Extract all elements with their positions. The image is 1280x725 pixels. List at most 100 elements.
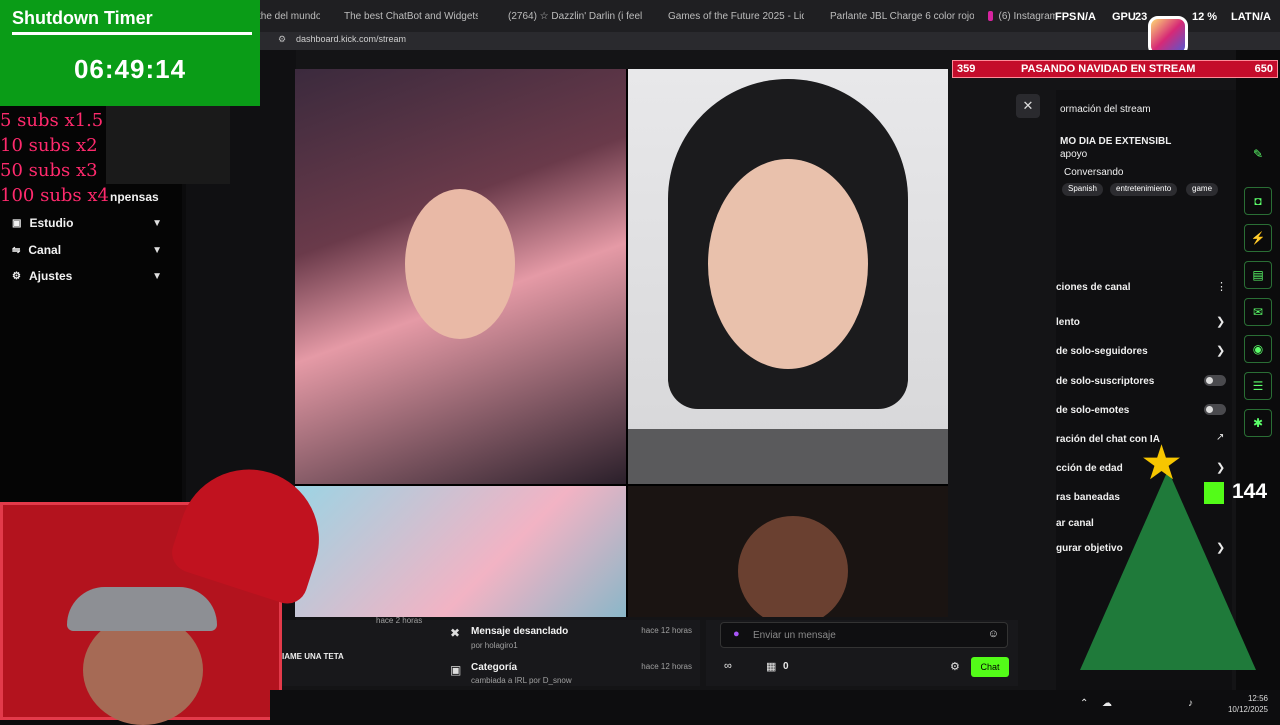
guest-face <box>708 159 868 369</box>
instagram-icon <box>988 11 993 21</box>
guest-face <box>738 516 848 617</box>
channel-actions-header: ciones de canal <box>1056 282 1131 293</box>
webcam-cap <box>67 587 217 631</box>
nav-item-canal[interactable]: ⇋ Canal ▼ <box>12 243 162 257</box>
gift-icon: ▦ <box>766 661 777 673</box>
preview-icon[interactable]: ◘ <box>1244 187 1272 215</box>
nav-item-ajustes[interactable]: ⚙ Ajustes ▼ <box>12 269 162 283</box>
gear-icon: ⚙ <box>12 270 21 282</box>
tab-label: (6) Instagram <box>998 10 1058 22</box>
pinned-message-card: hace 2 horas IAME UNA TETA <box>270 616 440 686</box>
clock-time: 12:56 <box>1247 694 1268 703</box>
chevron-right-icon: ❯ <box>1216 316 1226 328</box>
gpu-value: 23 <box>1135 11 1148 23</box>
chevron-down-icon: ▼ <box>152 217 162 229</box>
tab-item[interactable]: The best ChatBot and Widgets for Ki <box>338 6 478 26</box>
chat-send-button[interactable]: Chat <box>971 657 1009 677</box>
gpu-label: GPU <box>1112 11 1136 23</box>
activity-time: hace 12 horas <box>641 626 692 635</box>
guest-video-tile[interactable] <box>628 69 948 484</box>
tab-item[interactable]: the del mundo <box>258 6 320 26</box>
nav-label: Canal <box>28 243 62 257</box>
tab-item[interactable]: Parlante JBL Charge 6 color rojo | Cu <box>824 6 974 26</box>
chevron-down-icon: ▼ <box>152 270 162 282</box>
latency-value: N/A <box>1252 11 1271 23</box>
action-subscribers-only: de solo-suscriptores <box>1056 376 1155 387</box>
stream-category: Conversando <box>1064 167 1124 178</box>
nav-item-partial[interactable]: npensas <box>110 190 170 204</box>
broadcast-icon[interactable]: ◉ <box>1244 335 1272 363</box>
action-emotes-only: de solo-emotes <box>1056 405 1130 416</box>
points-value: 0 <box>783 661 789 672</box>
subscribers-only-toggle[interactable] <box>1204 375 1226 386</box>
nav-label: Estudio <box>29 216 74 230</box>
guest-video-tile[interactable] <box>295 486 626 617</box>
more-options-icon[interactable]: ⋮ <box>1216 280 1227 293</box>
system-clock: 12:56 10/12/2025 <box>1228 693 1268 715</box>
latency-label: LAT <box>1231 11 1252 23</box>
webcam-face <box>83 615 203 725</box>
category-icon: ▣ <box>450 663 462 677</box>
points-icon: ∞ <box>724 660 732 672</box>
volume-icon[interactable]: ♪ <box>1188 698 1193 709</box>
action-slow-mode[interactable]: lento <box>1056 317 1080 328</box>
chat-bubble-icon[interactable]: ✉ <box>1244 298 1272 326</box>
chat-input[interactable]: ● Enviar un mensaje ☺ <box>720 622 1008 648</box>
guest-video-grid <box>295 69 948 617</box>
list-icon[interactable]: ☰ <box>1244 372 1272 400</box>
mini-preview <box>106 106 230 184</box>
os-taskbar: ⌃ ☁ ♪ 12:56 10/12/2025 <box>270 690 1280 720</box>
tab-item[interactable]: (6) Instagram <box>988 6 1058 26</box>
cloud-icon[interactable]: ☁ <box>1102 698 1112 709</box>
tab-item[interactable]: Games of the Future 2025 - Liquipe <box>662 6 804 26</box>
wrench-icon[interactable]: ✱ <box>1244 409 1272 437</box>
pencil-icon[interactable]: ✎ <box>1244 140 1272 168</box>
kick-viewer-count: 144 <box>1232 480 1268 503</box>
sub-multiplier: 100 subs x4 <box>0 185 109 206</box>
stream-subtitle: apoyo <box>1060 149 1088 160</box>
christmas-tree-icon <box>1080 470 1256 670</box>
external-link-icon: ↗ <box>1216 432 1225 443</box>
tag-chip[interactable]: game <box>1186 183 1219 196</box>
chat-composer: ● Enviar un mensaje ☺ ∞ ▦ 0 ⚙ Chat <box>706 620 1018 686</box>
kick-logo-icon <box>1204 482 1224 504</box>
tag-chip[interactable]: Spanish <box>1062 183 1103 196</box>
tab-label: Parlante JBL Charge 6 color rojo | Cu <box>830 10 974 22</box>
emotes-only-toggle[interactable] <box>1204 404 1226 415</box>
unpin-icon: ✖ <box>450 626 461 640</box>
tab-label: The best ChatBot and Widgets for Ki <box>344 10 478 22</box>
activity-sub: por holagiro1 <box>471 641 518 650</box>
guest-face <box>405 189 515 339</box>
chevron-right-icon: ❯ <box>1216 345 1226 357</box>
activity-time: hace 12 horas <box>641 662 692 671</box>
fps-value: N/A <box>1077 11 1096 23</box>
nav-item-estudio[interactable]: ▣ Estudio ▼ <box>12 216 162 230</box>
url-text: dashboard.kick.com/stream <box>296 34 407 44</box>
shutdown-timer-widget: Shutdown Timer 06:49:14 <box>0 0 260 106</box>
action-followers-only[interactable]: de solo-seguidores <box>1056 346 1148 357</box>
activity-title: Mensaje desanclado <box>471 626 569 637</box>
tab-label: the del mundo <box>258 10 320 22</box>
guest-video-tile[interactable] <box>295 69 626 484</box>
activity-sub: cambiada a IRL por D_snow <box>471 676 572 685</box>
activity-feed: ✖ Mensaje desanclado hace 12 horas por h… <box>440 620 700 686</box>
banner-count-left: 359 <box>957 63 976 75</box>
event-banner: 359 PASANDO NAVIDAD EN STREAM 650 <box>952 60 1278 78</box>
tab-label: (2764) ☆ Dazzlin' Darlin (i feel the rh <box>508 10 642 22</box>
channel-icon: ⇋ <box>12 244 21 256</box>
activity-time: hace 2 horas <box>376 616 423 625</box>
gear-icon[interactable]: ⚙ <box>950 660 960 673</box>
banner-count-right: 650 <box>1254 63 1273 75</box>
document-icon[interactable]: ▤ <box>1244 261 1272 289</box>
close-icon[interactable]: ✕ <box>1016 94 1040 118</box>
sub-multiplier-list: 5 subs x1.5 10 subs x2 50 subs x3 100 su… <box>0 108 109 208</box>
timer-countdown: 06:49:14 <box>73 54 187 84</box>
tab-item[interactable]: (2764) ☆ Dazzlin' Darlin (i feel the rh <box>502 6 642 26</box>
stream-info-heading: ormación del stream <box>1060 104 1151 115</box>
tag-chip[interactable]: entretenimiento <box>1110 183 1178 196</box>
chevron-up-icon[interactable]: ⌃ <box>1080 698 1088 709</box>
site-info-icon[interactable]: ⚙ <box>278 34 286 45</box>
guest-video-tile[interactable] <box>628 486 948 617</box>
lightning-icon[interactable]: ⚡ <box>1244 224 1272 252</box>
emoji-icon[interactable]: ☺ <box>988 628 999 640</box>
